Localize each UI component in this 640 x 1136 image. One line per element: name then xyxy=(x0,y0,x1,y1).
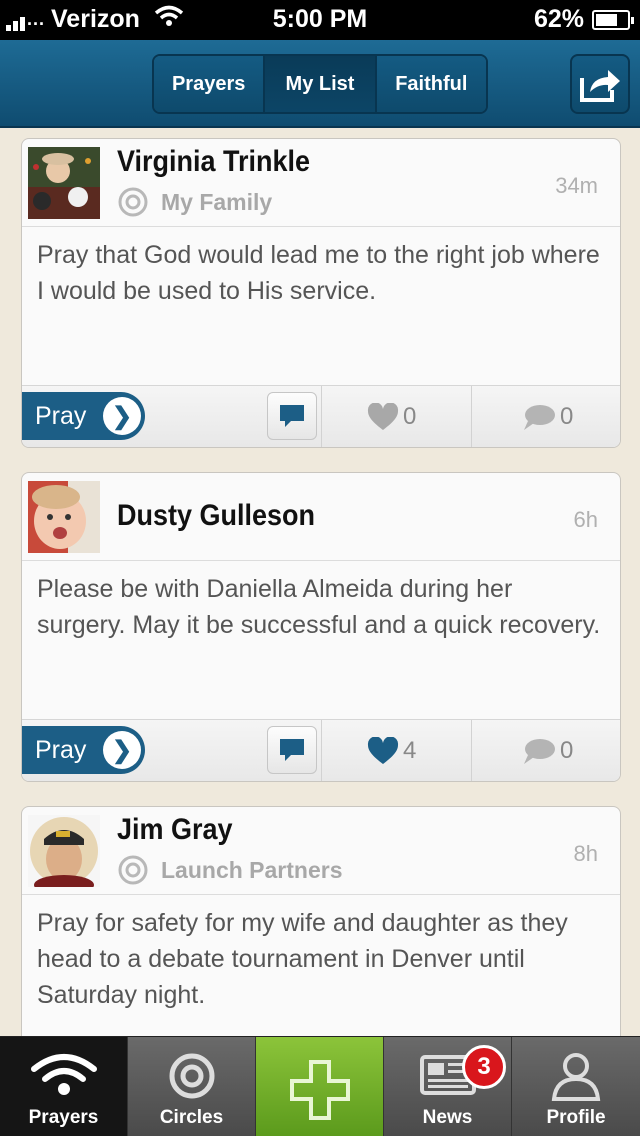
author-name[interactable]: Jim Gray xyxy=(117,813,233,847)
author-name[interactable]: Virginia Trinkle xyxy=(117,145,310,179)
chevron-right-icon: ❯ xyxy=(103,731,141,769)
chevron-right-icon: ❯ xyxy=(103,397,141,435)
tab-label: News xyxy=(422,1107,473,1128)
card-header: Dusty Gulleson 6h xyxy=(22,473,620,561)
circle-label: My Family xyxy=(161,188,273,215)
card-actions: Pray ❯ 0 0 xyxy=(22,385,620,447)
like-button[interactable]: 4 xyxy=(367,720,417,781)
comments-stat[interactable]: 0 xyxy=(522,720,574,781)
comments-stat[interactable]: 0 xyxy=(522,386,574,447)
card-header: Jim Gray Launch Partners 8h xyxy=(22,807,620,895)
card-actions: Pray ❯ 4 0 xyxy=(22,719,620,781)
tab-bar: Prayers Circles 3 News Profile xyxy=(0,1036,640,1136)
person-icon xyxy=(551,1053,601,1101)
target-icon xyxy=(118,187,148,217)
timestamp: 8h xyxy=(573,841,598,866)
timestamp: 34m xyxy=(555,173,598,198)
timestamp: 6h xyxy=(573,507,598,532)
tab-faithful[interactable]: Faithful xyxy=(376,56,486,112)
nav-bar: Prayers My List Faithful xyxy=(0,40,640,128)
share-button[interactable] xyxy=(570,54,630,114)
author-name[interactable]: Dusty Gulleson xyxy=(117,499,315,533)
tab-label: Profile xyxy=(546,1107,606,1128)
tabbar-circles[interactable]: Circles xyxy=(128,1037,256,1136)
comment-bubble-icon xyxy=(524,739,555,764)
speech-bubble-icon xyxy=(280,739,304,761)
prayer-card: Dusty Gulleson 6h Please be with Daniell… xyxy=(21,472,621,782)
avatar[interactable] xyxy=(28,481,100,553)
prayer-text: Please be with Daniella Almeida during h… xyxy=(37,575,601,639)
tabbar-add-prayer[interactable] xyxy=(256,1037,384,1136)
like-count: 0 xyxy=(403,403,417,430)
tabbar-news[interactable]: 3 News xyxy=(384,1037,512,1136)
prayer-feed[interactable]: Virginia Trinkle My Family 34m Pray that… xyxy=(0,130,640,1036)
segmented-control: Prayers My List Faithful xyxy=(152,54,488,114)
circle-tag[interactable]: My Family xyxy=(117,186,272,218)
like-button[interactable]: 0 xyxy=(367,386,417,447)
tabbar-profile[interactable]: Profile xyxy=(512,1037,640,1136)
pray-button[interactable]: Pray ❯ xyxy=(22,392,145,440)
target-icon xyxy=(169,1053,214,1099)
battery-icon xyxy=(592,9,634,30)
tab-label: Prayers xyxy=(28,1107,99,1128)
avatar[interactable] xyxy=(28,147,100,219)
tab-prayers[interactable]: Prayers xyxy=(154,56,266,112)
tab-label: Circles xyxy=(159,1107,224,1128)
comment-button[interactable] xyxy=(267,726,317,774)
speech-bubble-icon xyxy=(280,405,304,427)
tab-my-list[interactable]: My List xyxy=(265,56,377,112)
prayer-card: Jim Gray Launch Partners 8h Pray for saf… xyxy=(21,806,621,1036)
battery-percent: 62% xyxy=(533,5,584,33)
circle-tag[interactable]: Launch Partners xyxy=(117,854,343,886)
pray-button[interactable]: Pray ❯ xyxy=(22,726,145,774)
pray-label: Pray xyxy=(35,735,87,764)
comment-count: 0 xyxy=(560,403,574,430)
circle-label: Launch Partners xyxy=(161,856,343,883)
comment-bubble-icon xyxy=(524,405,555,430)
card-header: Virginia Trinkle My Family 34m xyxy=(22,139,620,227)
tabbar-prayers[interactable]: Prayers xyxy=(0,1037,128,1136)
battery-group: 62% xyxy=(533,5,634,34)
notification-badge: 3 xyxy=(462,1045,506,1089)
comment-button[interactable] xyxy=(267,392,317,440)
heart-icon xyxy=(367,403,399,430)
prayer-card: Virginia Trinkle My Family 34m Pray that… xyxy=(21,138,621,448)
status-bar: ... Verizon 5:00 PM 62% xyxy=(0,0,640,40)
prayer-text: Pray that God would lead me to the right… xyxy=(37,241,600,305)
wifi-icon xyxy=(30,1054,97,1095)
pray-label: Pray xyxy=(35,401,87,430)
plus-icon xyxy=(289,1060,350,1120)
target-icon xyxy=(118,855,148,885)
share-icon xyxy=(580,70,620,102)
prayer-text: Pray for safety for my wife and daughter… xyxy=(37,909,568,1009)
heart-icon xyxy=(367,737,399,764)
like-count: 4 xyxy=(403,737,417,764)
avatar[interactable] xyxy=(28,815,100,895)
comment-count: 0 xyxy=(560,737,574,764)
